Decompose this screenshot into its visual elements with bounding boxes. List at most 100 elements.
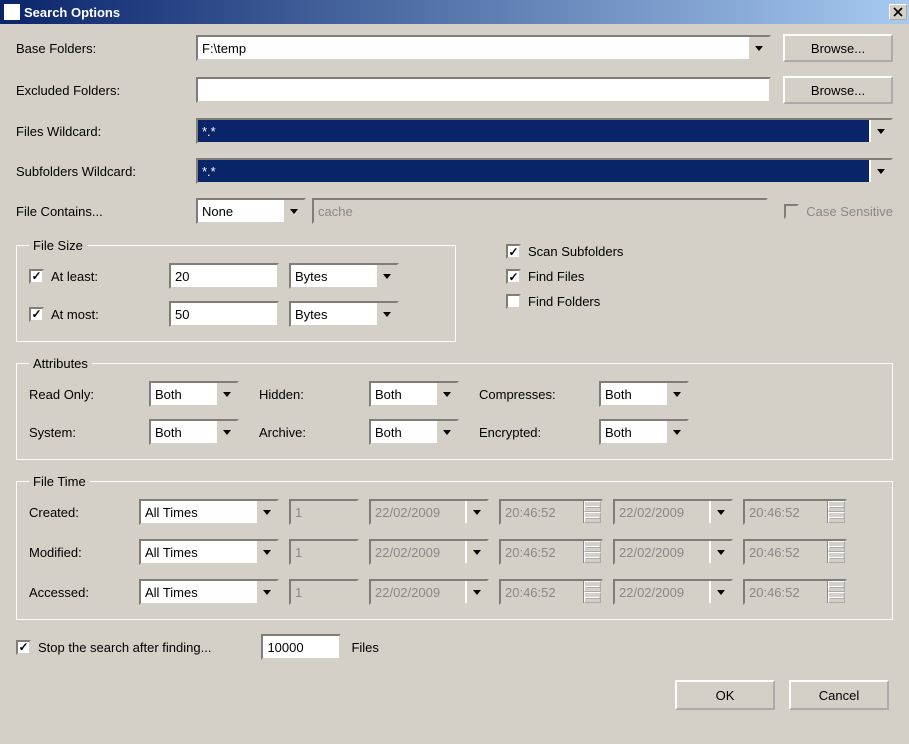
close-icon (893, 7, 903, 17)
window-title: Search Options (24, 5, 889, 20)
system-combo[interactable]: Both (149, 419, 239, 445)
file-size-group: File Size At least: 20 Bytes (16, 238, 456, 342)
chevron-down-icon (443, 392, 451, 397)
modified-time2: 20:46:52 (743, 539, 847, 565)
chevron-down-icon (829, 597, 844, 599)
modified-days: 1 (289, 539, 359, 565)
modified-time1: 20:46:52 (499, 539, 603, 565)
at-least-unit-dropdown-button[interactable] (375, 265, 397, 287)
ok-button[interactable]: OK (675, 680, 775, 710)
base-folders-dropdown-button[interactable] (747, 37, 769, 59)
stop-count-input[interactable]: 10000 (261, 634, 341, 660)
base-folders-combo[interactable]: F:\temp (196, 35, 771, 61)
find-folders-checkbox[interactable] (506, 294, 521, 309)
files-wildcard-value: *.* (198, 120, 869, 142)
created-mode-combo[interactable]: All Times (139, 499, 279, 525)
browse-excluded-button[interactable]: Browse... (783, 76, 893, 104)
search-options-dialog: Search Options Base Folders: F:\temp Bro… (0, 0, 909, 744)
encrypted-label: Encrypted: (479, 425, 589, 440)
files-wildcard-dropdown-button[interactable] (869, 120, 891, 142)
at-least-unit-value: Bytes (291, 265, 375, 287)
find-files-checkbox[interactable] (506, 269, 521, 284)
chevron-down-icon (585, 597, 600, 599)
chevron-down-icon (755, 46, 763, 51)
chevron-down-icon (877, 169, 885, 174)
accessed-mode-combo[interactable]: All Times (139, 579, 279, 605)
attributes-group: Attributes Read Only: Both Hidden: Both … (16, 356, 893, 460)
chevron-down-icon (717, 550, 725, 555)
chevron-down-icon (263, 590, 271, 595)
chevron-down-icon (585, 557, 600, 559)
chevron-down-icon (473, 590, 481, 595)
dialog-content: Base Folders: F:\temp Browse... Excluded… (0, 24, 909, 720)
chevron-up-icon (829, 506, 844, 508)
compresses-label: Compresses: (479, 387, 589, 402)
at-most-unit-dropdown-button[interactable] (375, 303, 397, 325)
subfolders-wildcard-value: *.* (198, 160, 869, 182)
at-most-checkbox[interactable] (29, 307, 44, 322)
read-only-label: Read Only: (29, 387, 139, 402)
stop-after-label: Stop the search after finding... (38, 640, 211, 655)
at-most-unit-combo[interactable]: Bytes (289, 301, 399, 327)
accessed-time1: 20:46:52 (499, 579, 603, 605)
scan-subfolders-label: Scan Subfolders (528, 244, 623, 259)
excluded-folders-input[interactable] (196, 77, 771, 103)
chevron-down-icon (223, 430, 231, 435)
subfolders-wildcard-dropdown-button[interactable] (869, 160, 891, 182)
file-time-legend: File Time (29, 474, 90, 489)
titlebar: Search Options (0, 0, 909, 24)
files-wildcard-combo[interactable]: *.* (196, 118, 893, 144)
compresses-combo[interactable]: Both (599, 381, 689, 407)
at-least-checkbox[interactable] (29, 269, 44, 284)
hidden-combo[interactable]: Both (369, 381, 459, 407)
accessed-date2: 22/02/2009 (613, 579, 733, 605)
at-least-unit-combo[interactable]: Bytes (289, 263, 399, 289)
file-contains-dropdown-button[interactable] (282, 200, 304, 222)
at-most-input[interactable]: 50 (169, 301, 279, 327)
browse-base-button[interactable]: Browse... (783, 34, 893, 62)
modified-label: Modified: (29, 545, 129, 560)
accessed-date1: 22/02/2009 (369, 579, 489, 605)
created-time2: 20:46:52 (743, 499, 847, 525)
app-icon (4, 4, 20, 20)
chevron-down-icon (223, 392, 231, 397)
subfolders-wildcard-combo[interactable]: *.* (196, 158, 893, 184)
chevron-down-icon (673, 392, 681, 397)
archive-combo[interactable]: Both (369, 419, 459, 445)
chevron-down-icon (473, 550, 481, 555)
stop-after-checkbox[interactable] (16, 640, 31, 655)
at-most-label: At most: (51, 307, 99, 322)
chevron-down-icon (829, 557, 844, 559)
find-folders-label: Find Folders (528, 294, 600, 309)
file-size-legend: File Size (29, 238, 87, 253)
files-suffix-label: Files (351, 640, 378, 655)
encrypted-combo[interactable]: Both (599, 419, 689, 445)
file-contains-label: File Contains... (16, 204, 196, 219)
modified-mode-combo[interactable]: All Times (139, 539, 279, 565)
chevron-down-icon (717, 510, 725, 515)
chevron-down-icon (443, 430, 451, 435)
archive-label: Archive: (259, 425, 359, 440)
chevron-down-icon (383, 312, 391, 317)
system-label: System: (29, 425, 139, 440)
file-contains-mode-combo[interactable]: None (196, 198, 306, 224)
case-sensitive-checkbox (784, 204, 799, 219)
chevron-up-icon (585, 506, 600, 508)
modified-date1: 22/02/2009 (369, 539, 489, 565)
file-time-group: File Time Created: All Times 1 22/02/200… (16, 474, 893, 620)
chevron-up-icon (585, 586, 600, 588)
excluded-folders-label: Excluded Folders: (16, 83, 196, 98)
scan-subfolders-checkbox[interactable] (506, 244, 521, 259)
chevron-down-icon (383, 274, 391, 279)
accessed-time2: 20:46:52 (743, 579, 847, 605)
chevron-down-icon (877, 129, 885, 134)
cancel-button[interactable]: Cancel (789, 680, 889, 710)
accessed-label: Accessed: (29, 585, 129, 600)
created-days: 1 (289, 499, 359, 525)
close-button[interactable] (889, 4, 907, 20)
at-least-input[interactable]: 20 (169, 263, 279, 289)
case-sensitive-label: Case Sensitive (806, 204, 893, 219)
chevron-down-icon (263, 510, 271, 515)
read-only-combo[interactable]: Both (149, 381, 239, 407)
base-folders-label: Base Folders: (16, 41, 196, 56)
